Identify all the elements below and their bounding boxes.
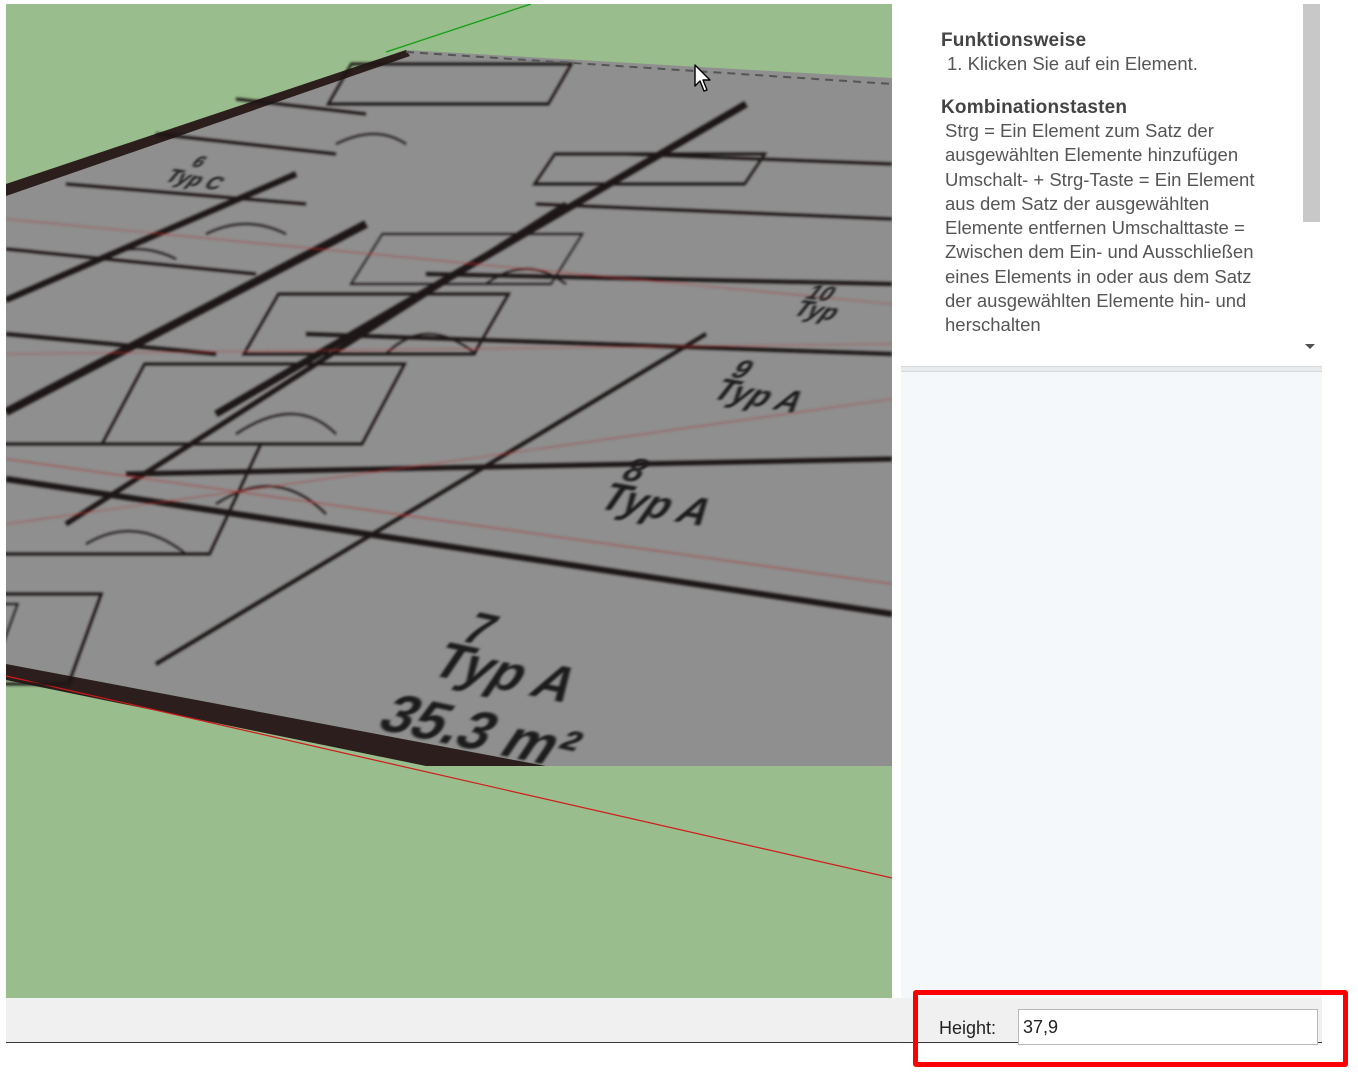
tray-panel: Funktionsweise 1. Klicken Sie auf ein El…	[901, 4, 1322, 1044]
floor-plan-canvas	[6, 4, 892, 879]
scroll-down-arrow-icon[interactable]	[1305, 344, 1315, 349]
section-title-kombinationstasten: Kombinationstasten	[941, 97, 1128, 118]
instructor-panel: Funktionsweise 1. Klicken Sie auf ein El…	[901, 4, 1301, 366]
modifier-keys-text: Strg = Ein Element zum Satz der ausgewäh…	[945, 120, 1255, 336]
measurement-label: Height:	[939, 1018, 997, 1038]
instructor-section-how-it-works: Funktionsweise 1. Klicken Sie auf ein El…	[941, 30, 1198, 76]
drawing-viewport[interactable]: 7 Typ A 35.3 m² 8 Typ A 9 Typ A 10 Typ 6…	[6, 4, 892, 998]
green-axis	[385, 4, 532, 53]
section-title-funktionsweise: Funktionsweise	[941, 30, 1087, 51]
instructor-scrollbar[interactable]	[1301, 4, 1322, 366]
instructor-section-modifier-keys: Kombinationstasten Strg = Ein Element zu…	[941, 97, 1271, 338]
measurements-box-highlight: Height:	[913, 990, 1348, 1067]
scrollbar-thumb[interactable]	[1303, 4, 1320, 222]
step-1: 1. Klicken Sie auf ein Element.	[947, 53, 1198, 74]
mouse-cursor-icon	[694, 64, 711, 92]
panel-resize-handle[interactable]	[901, 366, 1322, 372]
measurement-input[interactable]	[1018, 1009, 1318, 1045]
